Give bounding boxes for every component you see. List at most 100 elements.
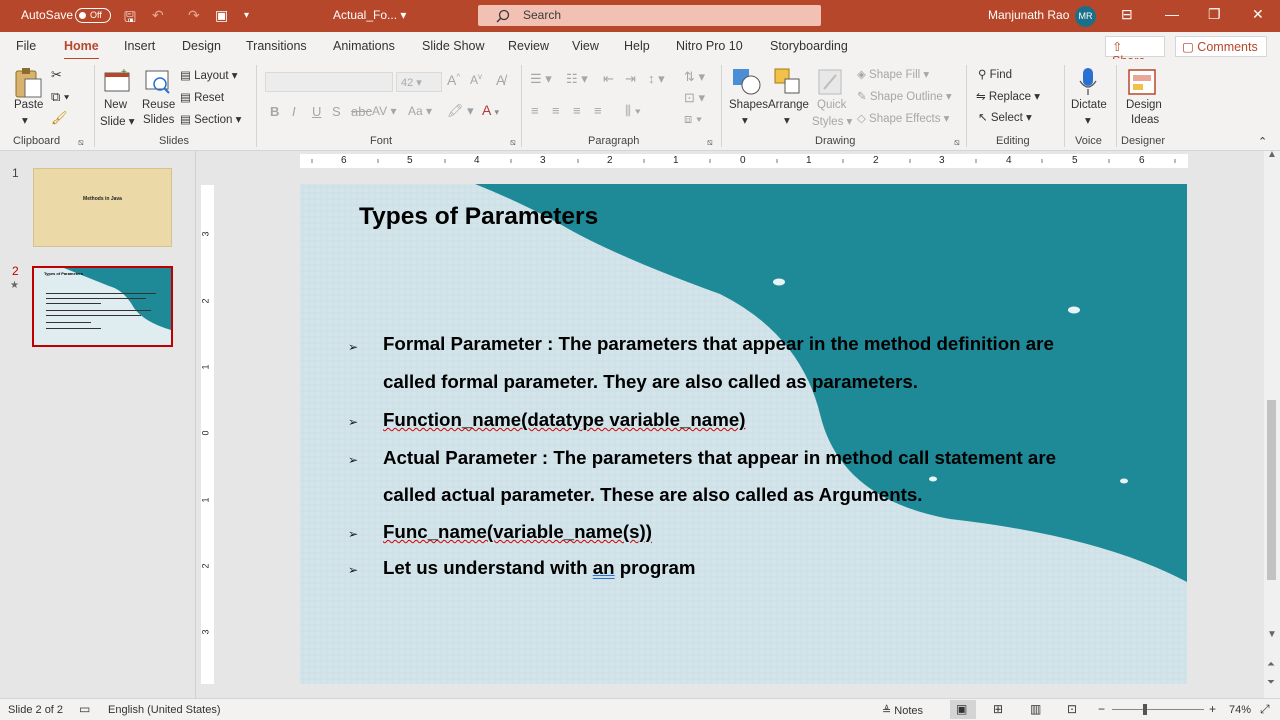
new-slide-label[interactable]: New (104, 99, 127, 111)
slide-show-icon[interactable]: ⊡ (1067, 702, 1077, 716)
bold-icon[interactable]: B (270, 104, 279, 119)
format-painter-icon[interactable]: 🖌 (51, 110, 68, 126)
quick-styles-label-2[interactable]: Styles ▾ (812, 114, 852, 128)
bullet-text[interactable]: called actual parameter. These are also … (383, 484, 922, 506)
tab-nitro-pro[interactable]: Nitro Pro 10 (676, 39, 743, 53)
zoom-in-icon[interactable]: + (1209, 702, 1216, 716)
avatar[interactable]: MR (1075, 6, 1096, 27)
select-button[interactable]: ↖ Select ▾ (978, 110, 1032, 124)
tab-file[interactable]: File (16, 39, 36, 53)
reuse-slides-icon[interactable] (144, 67, 172, 95)
tab-slide-show[interactable]: Slide Show (422, 39, 485, 53)
zoom-slider-thumb[interactable] (1143, 704, 1147, 715)
clipboard-launcher-icon[interactable]: ⧅ (78, 137, 84, 148)
arrange-dropdown-icon[interactable]: ▾ (784, 113, 790, 127)
bullet-text[interactable]: Let us understand with an program (383, 557, 696, 579)
dictate-label[interactable]: Dictate (1071, 99, 1107, 111)
smartart-icon[interactable]: ⧈ ▾ (684, 111, 702, 127)
cut-icon[interactable]: ✂ (51, 67, 62, 83)
text-direction-icon[interactable]: ⇅ ▾ (684, 69, 705, 85)
paste-icon[interactable] (13, 67, 43, 99)
slide-thumbnail-2[interactable]: Types of Parameters (32, 266, 173, 347)
justify-icon[interactable]: ≡ (594, 103, 602, 118)
scroll-thumb[interactable] (1267, 400, 1276, 580)
character-spacing-icon[interactable]: AV ▾ (372, 104, 396, 118)
paste-dropdown-icon[interactable]: ▾ (22, 113, 28, 127)
zoom-out-icon[interactable]: − (1098, 702, 1105, 716)
align-right-icon[interactable]: ≡ (573, 103, 581, 118)
font-color-icon[interactable]: A ▾ (482, 102, 499, 118)
reading-view-icon[interactable]: ▥ (1030, 702, 1041, 716)
design-ideas-label[interactable]: Design (1126, 99, 1162, 111)
ribbon-display-options-icon[interactable]: ⊟ (1121, 6, 1133, 23)
italic-icon[interactable]: I (292, 104, 296, 119)
paste-label[interactable]: Paste (14, 99, 43, 111)
microphone-icon[interactable] (1078, 67, 1098, 97)
decrease-indent-icon[interactable]: ⇤ (603, 71, 614, 87)
clear-formatting-icon[interactable]: A̸ (496, 72, 505, 88)
slide-title[interactable]: Types of Parameters (359, 203, 598, 231)
accessibility-icon[interactable]: ▭ (79, 702, 90, 716)
section-button[interactable]: ▤ Section ▾ (180, 112, 241, 126)
tab-design[interactable]: Design (182, 39, 221, 53)
collapse-ribbon-icon[interactable]: ⌃ (1258, 135, 1267, 148)
zoom-level[interactable]: 74% (1229, 704, 1251, 716)
comments-button[interactable]: ▢ Comments (1175, 36, 1267, 57)
highlight-icon[interactable]: 🖍 ▾ (447, 103, 474, 119)
bullet-text[interactable]: Func_name(variable_name(s)) (383, 521, 652, 543)
next-slide-icon[interactable]: ⏷ (1267, 677, 1275, 688)
minimize-icon[interactable]: — (1165, 6, 1179, 22)
shadow-icon[interactable]: S (332, 104, 341, 119)
previous-slide-icon[interactable]: ⏶ (1267, 659, 1275, 670)
slide-thumbnail-1[interactable]: Methods in Java (33, 168, 172, 247)
strikethrough-icon[interactable]: abc (351, 104, 372, 119)
bullets-icon[interactable]: ☰ ▾ (530, 71, 552, 87)
slide-sorter-icon[interactable]: ⊞ (993, 702, 1003, 716)
notes-button[interactable]: ≜ Notes (882, 704, 923, 717)
zoom-slider[interactable] (1112, 709, 1204, 710)
quick-styles-icon[interactable] (816, 67, 846, 97)
save-icon[interactable]: 🖫 (124, 7, 136, 31)
shapes-label[interactable]: Shapes (729, 99, 768, 111)
arrange-icon[interactable] (773, 67, 803, 97)
increase-font-icon[interactable]: A^ (447, 72, 460, 88)
normal-view-icon[interactable]: ▣ (956, 702, 967, 716)
reuse-slides-label[interactable]: Reuse (142, 99, 175, 111)
design-ideas-label-2[interactable]: Ideas (1131, 114, 1159, 126)
close-icon[interactable]: ✕ (1252, 6, 1264, 23)
align-center-icon[interactable]: ≡ (552, 103, 560, 118)
new-slide-icon[interactable]: + (103, 67, 131, 95)
scroll-up-icon[interactable]: ▲ (1267, 149, 1277, 160)
shape-outline-button[interactable]: ✎ Shape Outline ▾ (857, 89, 952, 103)
start-from-beginning-icon[interactable]: ▣ (215, 7, 228, 24)
tab-review[interactable]: Review (508, 39, 549, 53)
design-ideas-icon[interactable] (1127, 66, 1159, 98)
tab-animations[interactable]: Animations (333, 39, 395, 53)
bullet-text[interactable]: called formal parameter. They are also c… (383, 371, 918, 393)
align-text-icon[interactable]: ⊡ ▾ (684, 90, 705, 106)
tab-help[interactable]: Help (624, 39, 650, 53)
reset-button[interactable]: ▤ Reset (180, 90, 224, 104)
underline-icon[interactable]: U (312, 104, 321, 119)
restore-icon[interactable]: ❐ (1208, 6, 1221, 23)
scroll-down-icon[interactable]: ▼ (1267, 629, 1277, 640)
tab-transitions[interactable]: Transitions (246, 39, 307, 53)
font-name-box[interactable] (265, 72, 393, 92)
share-button[interactable]: ⇧ Share (1105, 36, 1165, 68)
search-box[interactable]: Search (478, 5, 821, 26)
bullet-text[interactable]: Function_name(datatype variable_name) (383, 409, 745, 431)
customize-toolbar-icon[interactable]: ▾ (244, 10, 249, 21)
slide-canvas[interactable]: Types of Parameters ➢ Formal Parameter :… (300, 184, 1187, 684)
font-size-box[interactable]: 42 ▾ (396, 72, 442, 92)
paragraph-launcher-icon[interactable]: ⧅ (707, 137, 713, 148)
redo-icon[interactable]: ↷ (188, 7, 200, 24)
fit-to-window-icon[interactable]: ⤢ (1260, 702, 1270, 717)
drawing-launcher-icon[interactable]: ⧅ (954, 137, 960, 148)
document-name[interactable]: Actual_Fo... ▾ (333, 8, 406, 22)
shapes-icon[interactable] (731, 67, 763, 97)
change-case-icon[interactable]: Aa ▾ (408, 104, 432, 118)
tab-view[interactable]: View (572, 39, 599, 53)
tab-storyboarding[interactable]: Storyboarding (770, 39, 848, 53)
font-launcher-icon[interactable]: ⧅ (510, 137, 516, 148)
user-name[interactable]: Manjunath Rao (988, 8, 1069, 22)
